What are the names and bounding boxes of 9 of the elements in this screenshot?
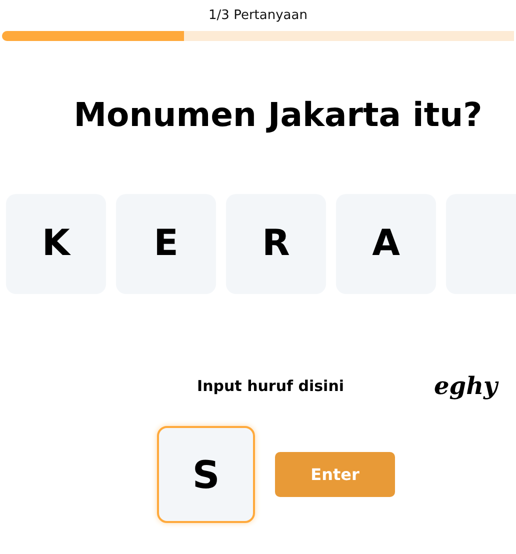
letter-tile: E bbox=[116, 194, 216, 294]
logo-text: eghy bbox=[434, 370, 498, 402]
letter-tile: K bbox=[6, 194, 106, 294]
letter-tile: R bbox=[226, 194, 326, 294]
letter-input[interactable]: S bbox=[157, 426, 255, 523]
progress-label: 1/3 Pertanyaan bbox=[208, 7, 308, 25]
question-text: Monumen Jakarta itu? bbox=[74, 94, 482, 136]
input-label: Input huruf disini bbox=[197, 376, 344, 397]
letter-tile: A bbox=[336, 194, 436, 294]
